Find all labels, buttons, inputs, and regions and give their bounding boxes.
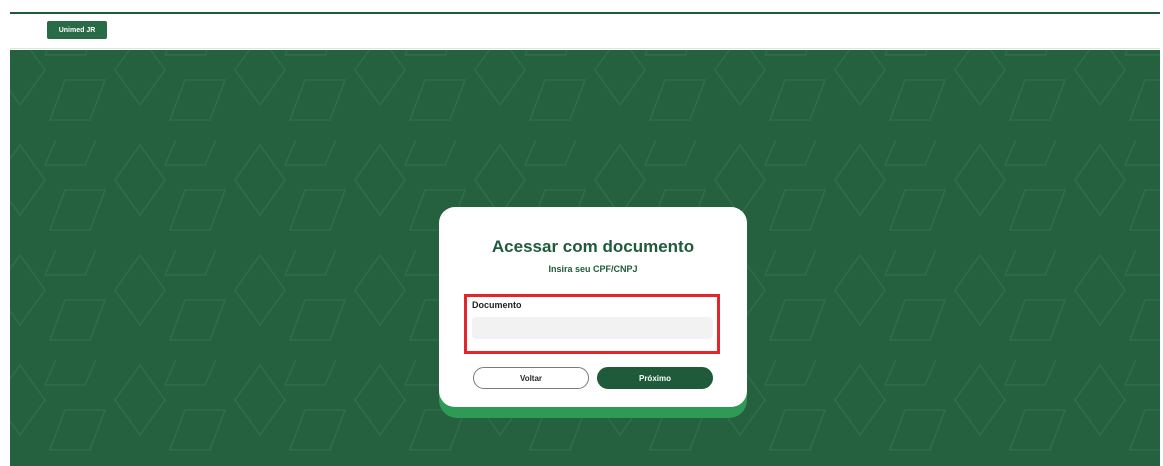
next-button-label: Próximo: [638, 373, 671, 383]
card-title: Acessar com documento: [491, 237, 695, 256]
next-button[interactable]: Próximo: [597, 367, 713, 389]
card-subtitle: Insira seu CPF/CNPJ: [548, 264, 638, 274]
logo-text: Unimed JR: [58, 26, 96, 34]
brand-logo[interactable]: Unimed JR: [47, 21, 107, 39]
top-header: Unimed JR: [10, 14, 1160, 49]
back-button-label: Voltar: [519, 373, 543, 383]
document-input[interactable]: [472, 317, 713, 339]
login-card: Acessar com documento Insira seu CPF/CNP…: [439, 207, 747, 407]
back-button[interactable]: Voltar: [473, 367, 589, 389]
document-label: Documento: [472, 300, 522, 310]
